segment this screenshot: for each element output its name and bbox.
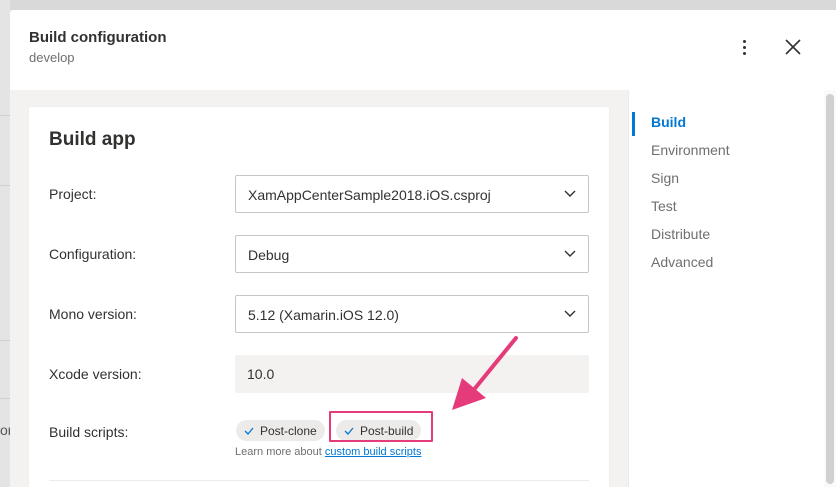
more-vertical-icon — [742, 39, 746, 43]
project-label: Project: — [49, 186, 97, 202]
modal-header: Build configuration develop — [10, 10, 836, 90]
config-side-nav: Build Environment Sign Test Distribute A… — [628, 90, 824, 487]
nav-item-advanced[interactable]: Advanced — [651, 254, 713, 270]
chevron-down-icon — [564, 190, 576, 197]
project-value: XamAppCenterSample2018.iOS.csproj — [248, 187, 491, 203]
modal-content: Build app Project: XamAppCenterSample201… — [10, 90, 628, 487]
mono-version-value: 5.12 (Xamarin.iOS 12.0) — [248, 307, 399, 323]
xcode-version-value: 10.0 — [247, 366, 275, 382]
background-page-left — [0, 0, 10, 487]
nav-item-build[interactable]: Build — [651, 114, 686, 130]
configuration-label: Configuration: — [49, 246, 137, 262]
more-options-button[interactable] — [732, 34, 756, 60]
scrollbar[interactable] — [824, 90, 836, 487]
chevron-down-icon — [564, 250, 576, 257]
xcode-version-label: Xcode version: — [49, 366, 142, 382]
annotation-arrow-icon — [452, 336, 518, 410]
scrollbar-thumb[interactable] — [826, 94, 834, 484]
check-icon — [244, 427, 254, 435]
branch-name: develop — [29, 50, 75, 65]
card-divider — [49, 480, 589, 481]
build-app-card: Build app Project: XamAppCenterSample201… — [29, 107, 609, 487]
modal-title: Build configuration — [29, 29, 167, 46]
custom-build-scripts-link[interactable]: custom build scripts — [325, 446, 422, 458]
mono-version-label: Mono version: — [49, 306, 137, 322]
project-select[interactable]: XamAppCenterSample2018.iOS.csproj — [235, 175, 589, 213]
mono-version-select[interactable]: 5.12 (Xamarin.iOS 12.0) — [235, 295, 589, 333]
post-clone-label: Post-clone — [260, 423, 317, 438]
post-build-highlight-box — [329, 411, 433, 442]
card-title: Build app — [49, 129, 136, 150]
configuration-select[interactable]: Debug — [235, 235, 589, 273]
background-page-strip — [0, 0, 836, 10]
nav-item-sign[interactable]: Sign — [651, 170, 679, 186]
chevron-down-icon — [564, 310, 576, 317]
post-clone-script-tag[interactable]: Post-clone — [236, 420, 325, 441]
learn-more-text: Learn more about custom build scripts — [235, 446, 422, 458]
nav-item-environment[interactable]: Environment — [651, 142, 730, 158]
build-configuration-modal: Build configuration develop Build app Pr… — [10, 10, 836, 487]
active-nav-indicator — [632, 112, 635, 136]
close-icon[interactable] — [780, 34, 806, 60]
build-scripts-label: Build scripts: — [49, 424, 129, 440]
nav-item-distribute[interactable]: Distribute — [651, 226, 710, 242]
nav-item-test[interactable]: Test — [651, 198, 677, 214]
configuration-value: Debug — [248, 247, 290, 263]
